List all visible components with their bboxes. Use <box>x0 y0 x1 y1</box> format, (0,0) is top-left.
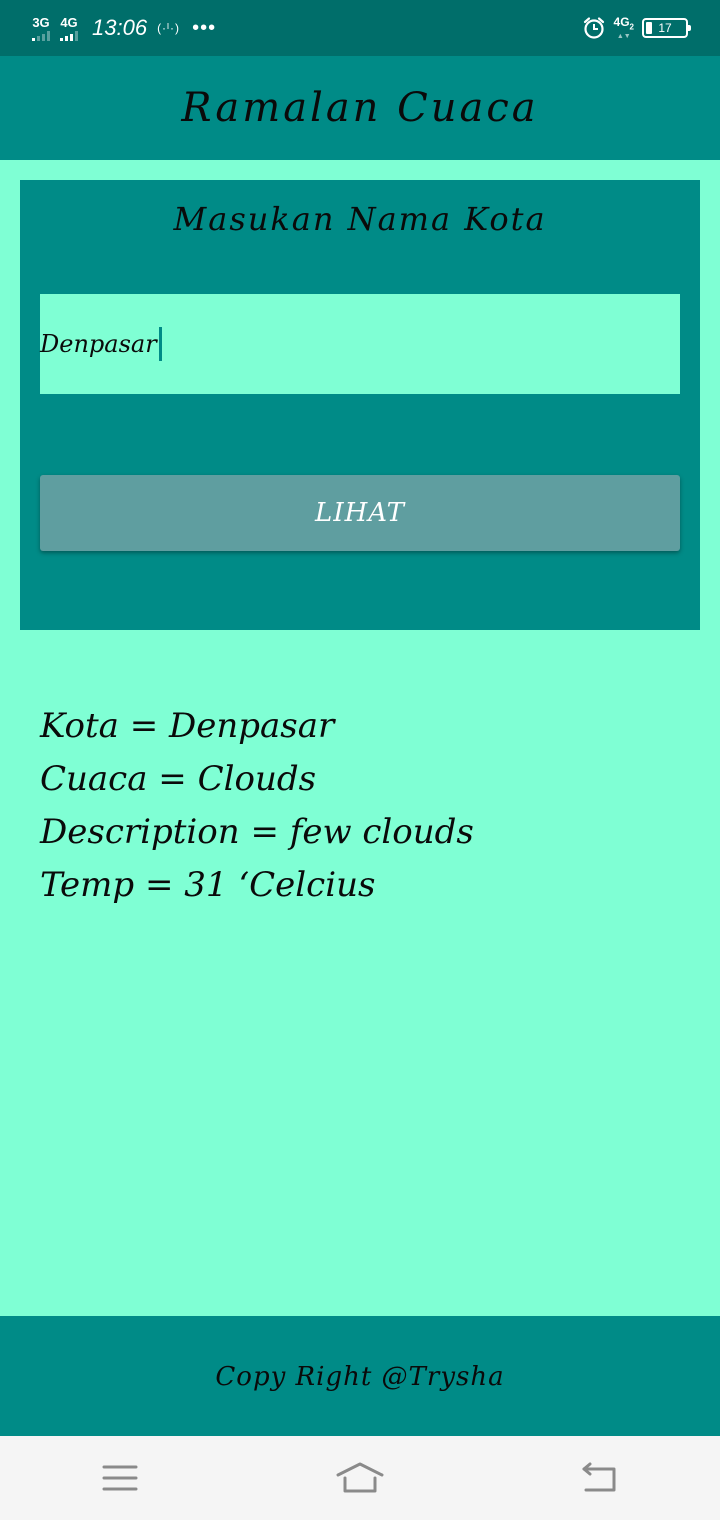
home-icon <box>336 1462 384 1493</box>
alarm-icon <box>583 17 604 39</box>
result-description: Description = few clouds <box>40 812 474 852</box>
hotspot-icon: (·ᴵ·) <box>157 21 181 35</box>
result-temp: Temp = 31 ‘Celcius <box>40 865 376 905</box>
copyright-text: Copy Right @Trysha <box>215 1362 505 1392</box>
status-bar-left: 3G 4G 13:06 (·ᴵ·) ••• <box>32 15 216 41</box>
lihat-button-label: LIHAT <box>315 498 405 528</box>
city-input-value: Denpasar <box>40 330 157 358</box>
clock: 13:06 <box>92 15 148 40</box>
battery-level: 17 <box>658 21 672 35</box>
signal-3g-indicator: 3G <box>32 16 50 41</box>
menu-button[interactable] <box>90 1448 150 1508</box>
signal-bars-icon <box>60 30 78 41</box>
search-card: Masukan Nama Kota Denpasar LIHAT <box>20 180 700 630</box>
app-title: Ramalan Cuaca <box>181 85 539 131</box>
menu-icon <box>102 1465 138 1491</box>
status-bar-right: 4G2 ▲▼ 17 <box>582 15 691 40</box>
lihat-button[interactable]: LIHAT <box>40 475 680 551</box>
network-type-label: 4G <box>60 14 78 30</box>
result-cuaca: Cuaca = Clouds <box>40 759 317 799</box>
signal-bars-icon <box>32 30 50 41</box>
system-nav-bar <box>0 1436 720 1520</box>
city-input[interactable]: Denpasar <box>40 294 680 394</box>
footer: Copy Right @Trysha <box>0 1316 720 1436</box>
back-icon <box>582 1462 616 1492</box>
more-notifications-icon: ••• <box>192 16 217 39</box>
status-bar: 3G 4G 13:06 (·ᴵ·) ••• 4G2 ▲▼ 17 <box>0 0 720 56</box>
weather-results: Kota = Denpasar Cuaca = Clouds Descripti… <box>40 700 680 912</box>
search-card-title: Masukan Nama Kota <box>173 200 547 238</box>
result-kota: Kota = Denpasar <box>40 706 335 746</box>
data-4g-icon: 4G2 ▲▼ <box>613 15 634 40</box>
signal-4g-indicator: 4G <box>60 16 78 41</box>
app-bar: Ramalan Cuaca <box>0 56 720 160</box>
battery-icon: 17 <box>642 18 691 38</box>
network-type-label: 3G <box>32 14 50 30</box>
back-button[interactable] <box>570 1448 630 1508</box>
text-cursor <box>158 327 162 361</box>
home-button[interactable] <box>330 1448 390 1508</box>
